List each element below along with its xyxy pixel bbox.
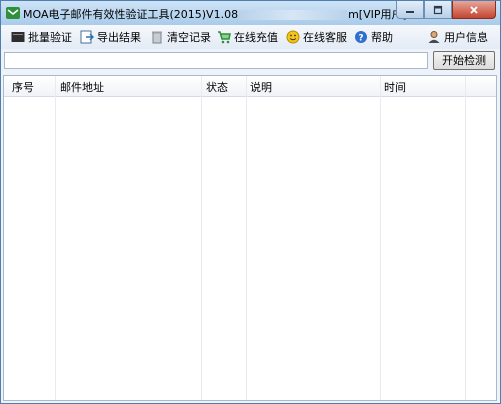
close-button[interactable] (452, 1, 496, 19)
export-results-button[interactable]: 导出结果 (80, 29, 141, 45)
export-results-label: 导出结果 (97, 31, 141, 44)
maximize-icon (433, 5, 443, 14)
grid-line (55, 76, 56, 400)
help-label: 帮助 (371, 31, 393, 44)
clear-records-button[interactable]: 清空记录 (150, 29, 211, 45)
column-header-index[interactable]: 序号 (12, 79, 34, 95)
user-info-label: 用户信息 (444, 31, 488, 44)
window-controls (396, 1, 496, 19)
minimize-button[interactable] (396, 1, 424, 19)
export-icon (80, 30, 94, 44)
smiley-icon (286, 30, 300, 44)
window-title: MOA电子邮件有效性验证工具(2015)V1.08 m[VIP用户] (23, 6, 407, 22)
column-header-email[interactable]: 邮件地址 (60, 79, 104, 95)
column-header-description[interactable]: 说明 (250, 79, 272, 95)
user-info-button[interactable]: 用户信息 (427, 29, 488, 45)
batch-verify-label: 批量验证 (28, 31, 72, 44)
grid-line (380, 76, 381, 400)
svg-text:?: ? (358, 34, 363, 44)
online-support-button[interactable]: 在线客服 (286, 29, 347, 45)
column-header-time[interactable]: 时间 (384, 79, 406, 95)
user-icon (428, 31, 440, 43)
help-icon: ? (355, 31, 367, 44)
online-recharge-button[interactable]: 在线充值 (217, 29, 278, 45)
input-row: 开始检测 (1, 49, 500, 73)
clear-records-label: 清空记录 (167, 31, 211, 44)
maximize-button[interactable] (424, 1, 452, 19)
title-bar[interactable]: MOA电子邮件有效性验证工具(2015)V1.08 m[VIP用户] (1, 1, 500, 25)
table-header: 序号 邮件地址 状态 说明 时间 (4, 76, 496, 97)
batch-verify-icon (11, 32, 25, 42)
toolbar: 批量验证 导出结果 清空记录 在线充值 在线客服 ? 帮助 用户信息 (1, 25, 500, 49)
batch-verify-button[interactable]: 批量验证 (11, 29, 72, 45)
window-title-prefix: MOA电子邮件有效性验证工具(2015)V1.08 (23, 8, 239, 21)
redacted-blur (239, 10, 348, 20)
grid-line (465, 76, 466, 400)
main-window: MOA电子邮件有效性验证工具(2015)V1.08 m[VIP用户] 批量验证 导… (0, 0, 501, 404)
online-support-label: 在线客服 (303, 31, 347, 44)
trash-icon (152, 31, 162, 44)
online-recharge-label: 在线充值 (234, 31, 278, 44)
minimize-icon (406, 10, 414, 13)
results-table[interactable]: 序号 邮件地址 状态 说明 时间 (3, 75, 497, 401)
grid-line (246, 76, 247, 400)
grid-line (201, 76, 202, 400)
email-input[interactable] (4, 52, 428, 69)
app-icon (6, 7, 20, 19)
start-detection-button[interactable]: 开始检测 (433, 51, 495, 70)
help-button[interactable]: ? 帮助 (354, 29, 393, 45)
column-header-status[interactable]: 状态 (206, 79, 228, 95)
cart-icon (218, 31, 231, 44)
close-icon (470, 5, 478, 14)
